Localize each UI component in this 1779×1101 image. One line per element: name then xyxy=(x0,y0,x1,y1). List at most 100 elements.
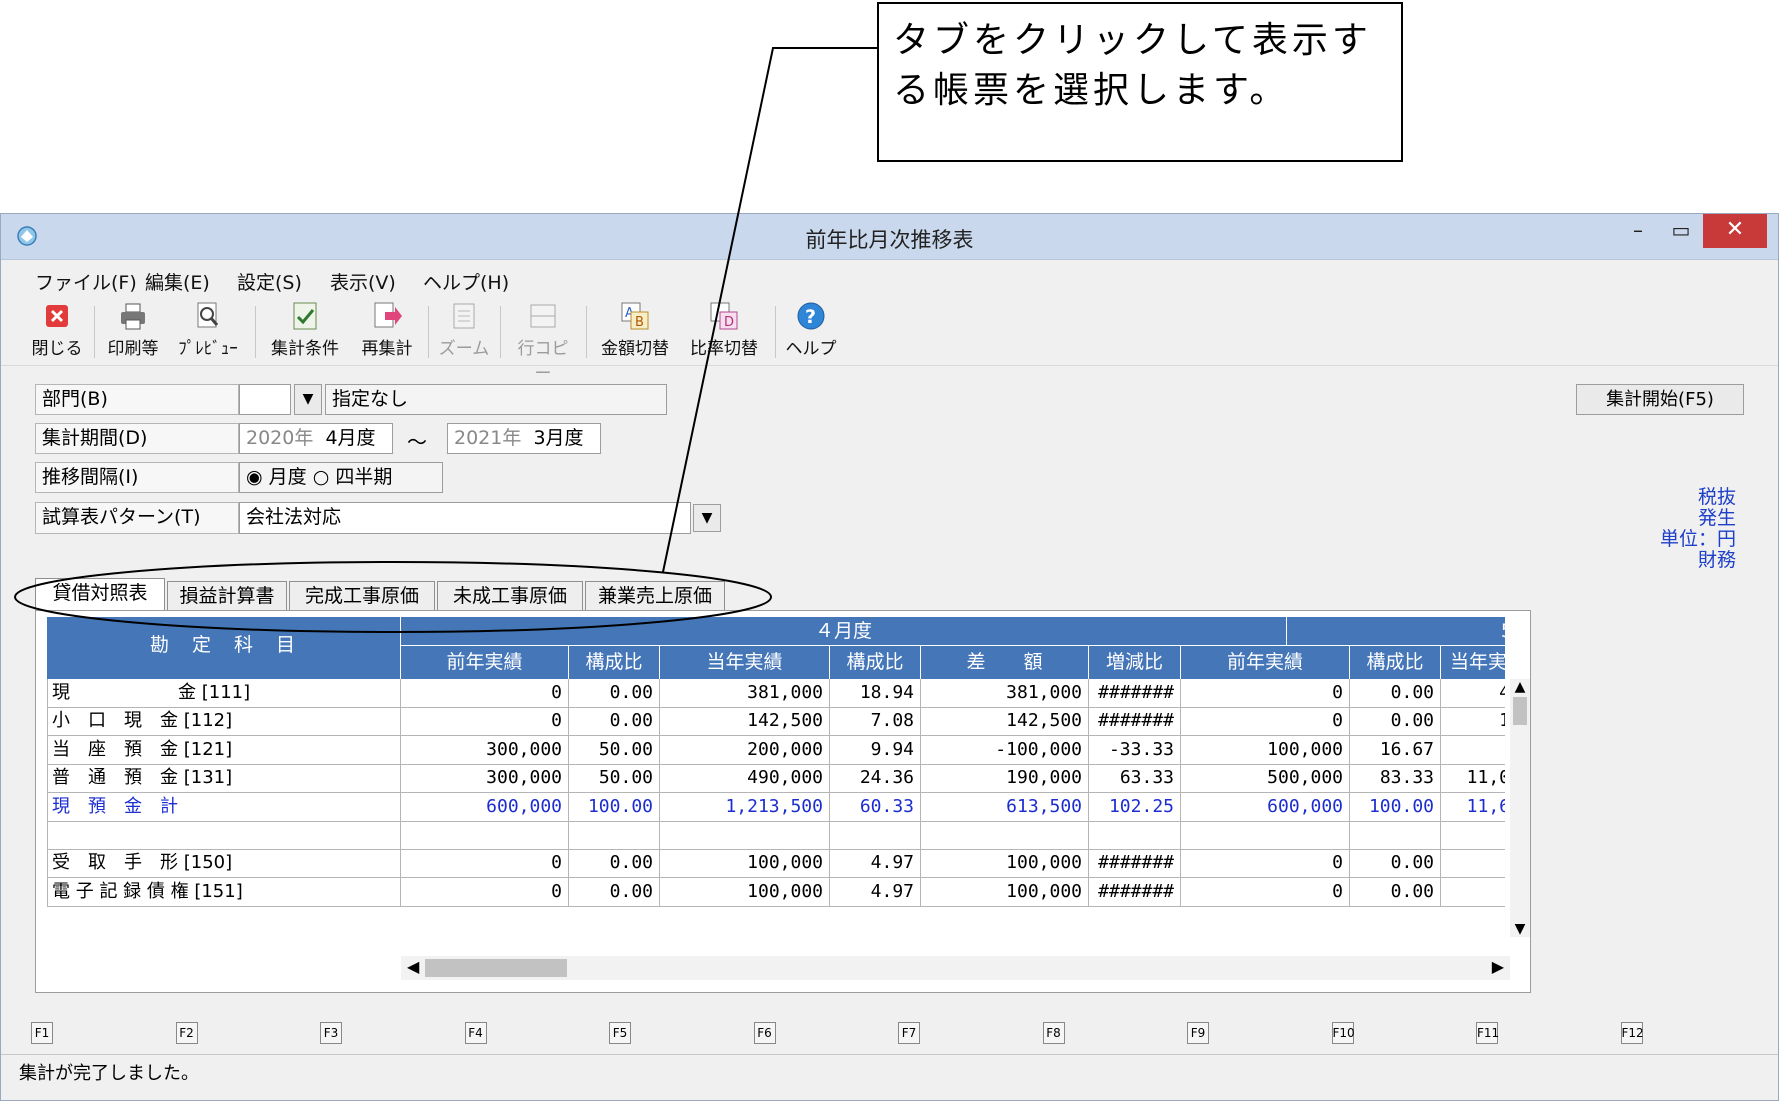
function-key-f12[interactable]: F12 xyxy=(1620,1022,1644,1044)
value-cell[interactable] xyxy=(1181,821,1350,850)
value-cell[interactable]: 600,000 xyxy=(1181,792,1350,822)
value-cell[interactable]: ####### xyxy=(1089,849,1181,879)
value-cell[interactable]: ####### xyxy=(1089,679,1181,708)
value-cell[interactable]: 0 xyxy=(401,707,569,737)
conditions-button[interactable]: 集計条件 xyxy=(265,300,345,359)
value-cell[interactable] xyxy=(1441,849,1505,879)
value-cell[interactable]: 100,000 xyxy=(660,849,830,879)
function-key-f9[interactable]: F9 xyxy=(1187,1022,1209,1044)
value-cell[interactable]: 102.25 xyxy=(1089,792,1181,822)
tab-wip-construction-cost[interactable]: 未成工事原価 xyxy=(437,581,583,611)
menu-file[interactable]: ファイル(F) xyxy=(35,268,137,295)
value-cell[interactable]: 300,000 xyxy=(401,735,569,765)
tab-completed-construction-cost[interactable]: 完成工事原価 xyxy=(289,581,435,611)
maximize-button[interactable]: ▭ xyxy=(1661,214,1701,248)
value-cell[interactable]: 0 xyxy=(401,877,569,907)
tab-income-statement[interactable]: 損益計算書 xyxy=(167,581,287,611)
value-cell[interactable]: -33.33 xyxy=(1089,735,1181,765)
function-key-f1[interactable]: F1 xyxy=(31,1022,53,1044)
menu-view[interactable]: 表示(V) xyxy=(330,268,396,295)
function-key-f10[interactable]: F10 xyxy=(1331,1022,1355,1044)
value-cell[interactable]: 0 xyxy=(1181,877,1350,907)
recalc-button[interactable]: 再集計 xyxy=(354,300,420,359)
value-cell[interactable]: 100.00 xyxy=(569,792,660,822)
function-key-f3[interactable]: F3 xyxy=(320,1022,342,1044)
value-cell[interactable]: 0.00 xyxy=(1350,707,1441,737)
preview-button[interactable]: ﾌﾟﾚﾋﾞｭｰ xyxy=(173,300,243,359)
period-from-field[interactable]: 2020年 4月度 xyxy=(239,423,393,454)
help-button[interactable]: ? ヘルプ xyxy=(783,300,839,359)
value-cell[interactable]: 613,500 xyxy=(921,792,1089,822)
value-cell[interactable]: 142,500 xyxy=(660,707,830,737)
close-button[interactable]: 閉じる xyxy=(31,300,83,359)
account-name-cell[interactable]: 現 金 [111] xyxy=(47,679,401,708)
account-name-cell[interactable] xyxy=(47,821,401,850)
value-cell[interactable]: 4.97 xyxy=(830,877,921,907)
value-cell[interactable]: 0.00 xyxy=(569,877,660,907)
value-cell[interactable]: 11,6 xyxy=(1441,793,1505,822)
value-cell[interactable]: 0 xyxy=(1181,849,1350,879)
tab-side-business-cost[interactable]: 兼業売上原価 xyxy=(585,581,725,611)
value-cell[interactable]: 0.00 xyxy=(569,679,660,708)
value-cell[interactable]: 142,500 xyxy=(921,707,1089,737)
dept-code-input[interactable] xyxy=(239,384,291,415)
value-cell[interactable] xyxy=(830,821,921,850)
account-name-cell[interactable]: 電 子 記 録 債 権 [151] xyxy=(47,877,401,907)
value-cell[interactable]: 0.00 xyxy=(1350,679,1441,708)
horizontal-scroll-thumb[interactable] xyxy=(425,959,567,977)
value-cell[interactable]: ####### xyxy=(1089,877,1181,907)
function-key-f6[interactable]: F6 xyxy=(753,1022,776,1044)
value-cell[interactable]: 0.00 xyxy=(1350,877,1441,907)
vertical-scrollbar[interactable]: ▲ ▼ xyxy=(1510,679,1530,937)
account-name-cell[interactable]: 小 口 現 金 [112] xyxy=(47,707,401,737)
function-key-f7[interactable]: F7 xyxy=(898,1022,920,1044)
value-cell[interactable]: 0.00 xyxy=(569,849,660,879)
account-name-cell[interactable]: 現 預 金 計 xyxy=(47,792,401,822)
value-cell[interactable]: 190,000 xyxy=(921,764,1089,794)
rowcopy-button[interactable]: 行コピー xyxy=(510,300,576,384)
value-cell[interactable]: 100.00 xyxy=(1350,792,1441,822)
account-name-cell[interactable]: 受 取 手 形 [150] xyxy=(47,849,401,879)
menu-edit[interactable]: 編集(E) xyxy=(145,268,210,295)
value-cell[interactable]: 100,000 xyxy=(921,877,1089,907)
value-cell[interactable]: 1,213,500 xyxy=(660,792,830,822)
value-cell[interactable]: 0 xyxy=(1181,707,1350,737)
value-cell[interactable] xyxy=(660,821,830,850)
account-name-cell[interactable]: 普 通 預 金 [131] xyxy=(47,764,401,794)
dept-dropdown-button[interactable]: ▼ xyxy=(294,384,322,415)
value-cell[interactable]: 600,000 xyxy=(401,792,569,822)
function-key-f4[interactable]: F4 xyxy=(464,1022,487,1044)
value-cell[interactable]: 50.00 xyxy=(569,764,660,794)
value-cell[interactable]: 16.67 xyxy=(1350,735,1441,765)
value-cell[interactable]: 24.36 xyxy=(830,764,921,794)
value-cell[interactable]: 500,000 xyxy=(1181,764,1350,794)
scroll-up-icon[interactable]: ▲ xyxy=(1510,679,1530,695)
value-cell[interactable] xyxy=(921,821,1089,850)
value-cell[interactable] xyxy=(1441,736,1505,765)
close-window-button[interactable]: ✕ xyxy=(1703,214,1767,248)
value-cell[interactable]: 381,000 xyxy=(921,679,1089,708)
value-cell[interactable] xyxy=(1089,821,1181,850)
value-cell[interactable]: 50.00 xyxy=(569,735,660,765)
value-cell[interactable]: 1 xyxy=(1441,707,1505,737)
menu-help[interactable]: ヘルプ(H) xyxy=(423,268,509,295)
start-aggregate-button[interactable]: 集計開始(F5) xyxy=(1576,384,1744,415)
value-cell[interactable]: 300,000 xyxy=(401,764,569,794)
function-key-f2[interactable]: F2 xyxy=(175,1022,198,1044)
function-key-f8[interactable]: F8 xyxy=(1042,1022,1065,1044)
value-cell[interactable]: 100,000 xyxy=(660,877,830,907)
value-cell[interactable]: 63.33 xyxy=(1089,764,1181,794)
ratio-switch-button[interactable]: D 比率切替 xyxy=(684,300,764,359)
scroll-down-icon[interactable]: ▼ xyxy=(1510,921,1530,937)
value-cell[interactable]: 4 xyxy=(1441,679,1505,708)
radio-quarterly[interactable]: ○ 四半期 xyxy=(313,466,393,488)
value-cell[interactable] xyxy=(401,821,569,850)
pattern-dropdown-button[interactable]: ▼ xyxy=(693,504,721,532)
vertical-scroll-thumb[interactable] xyxy=(1513,697,1527,725)
value-cell[interactable]: 490,000 xyxy=(660,764,830,794)
scroll-right-icon[interactable]: ▶ xyxy=(1492,957,1504,976)
value-cell[interactable]: 9.94 xyxy=(830,735,921,765)
amount-switch-button[interactable]: AB 金額切替 xyxy=(595,300,675,359)
radio-monthly[interactable]: ◉ 月度 xyxy=(246,466,307,488)
account-name-cell[interactable]: 当 座 預 金 [121] xyxy=(47,735,401,765)
